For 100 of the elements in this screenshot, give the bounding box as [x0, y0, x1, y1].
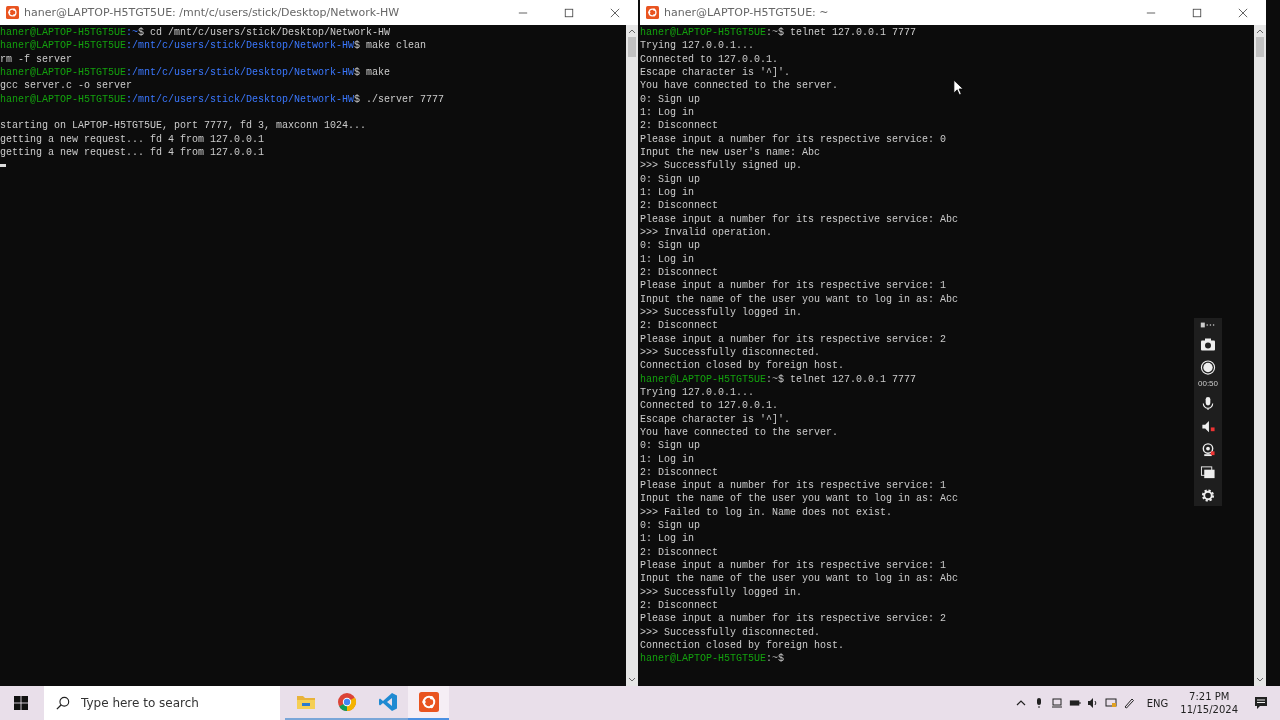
code-editor-icon [377, 692, 398, 712]
command-text: $ ./server 7777 [354, 93, 445, 105]
ubuntu-icon [418, 692, 439, 712]
output-line: getting a new request... fd 4 from 127.0.0.1 [0, 146, 265, 158]
window-title: haner@LAPTOP-H5TGT5UE: /mnt/c/users/stick/Desktop/Network-HW [24, 6, 401, 19]
output-line: Connected to 127.0.0.1. [640, 53, 779, 65]
output-line: Escape character is '^]'. [640, 67, 791, 78]
output-line: Please input a number for its respective service: 2 [640, 613, 947, 625]
prompt-path: :~ [766, 27, 779, 38]
output-line: Please input a number for its respective service: 1 [640, 560, 947, 572]
command-text: $ [778, 653, 785, 665]
output-line: >>> Successfully logged in. [640, 586, 803, 598]
output-line: Please input a number for its respective service: 2 [640, 333, 947, 345]
output-line: starting on LAPTOP-H5TGT5UE, port 7777, fd 3, maxconn 1024... [0, 120, 367, 132]
microphone-icon[interactable] [1200, 396, 1216, 411]
output-line: You have connected to the server. [640, 426, 839, 438]
output-line: 0: Sign up [640, 93, 700, 105]
ubuntu-icon [6, 6, 19, 19]
windows-icon[interactable] [1200, 465, 1216, 480]
output-line: Please input a number for its respective service: Abc [640, 213, 959, 225]
window-title: haner@LAPTOP-H5TGT5UE: ~ [664, 6, 830, 19]
command-text: $ cd /mnt/c/users/stick/Desktop/Network-HW [138, 27, 391, 38]
output-line: Please input a number for its respective service: 1 [640, 280, 947, 292]
output-line: Please input a number for its respective service: 1 [640, 480, 947, 492]
output-line: getting a new request... fd 4 from 127.0.0.1 [0, 133, 265, 145]
output-line: Connection closed by foreign host. [640, 360, 845, 372]
output-line: Input the name of the user you want to log in as: Abc [640, 293, 959, 305]
mouse-pointer-icon [953, 79, 964, 96]
output-line: 0: Sign up [640, 440, 700, 452]
output-line: Connection closed by foreign host. [640, 640, 845, 652]
output-line: >>> Failed to log in. Name does not exist. [640, 506, 893, 518]
output-line: 1: Log in [640, 186, 694, 198]
output-line: Connected to 127.0.0.1. [640, 400, 779, 412]
output-line: Please input a number for its respective service: 0 [640, 133, 947, 145]
command-text: $ make clean [354, 40, 427, 52]
scrollbar[interactable] [626, 25, 638, 686]
prompt-path: :~ [766, 373, 779, 385]
prompt-path: :/mnt/c/users/stick/Desktop/Network-HW [126, 67, 355, 78]
search-bar[interactable]: Type here to search [44, 686, 280, 720]
output-line: 2: Disconnect [640, 200, 718, 212]
output-line: 2: Disconnect [640, 466, 718, 478]
output-line: Trying 127.0.0.1... [640, 386, 755, 398]
pen-icon[interactable] [1122, 697, 1135, 709]
scroll-up-icon[interactable] [1255, 27, 1265, 35]
volume-icon[interactable] [1086, 697, 1099, 709]
output-line: 0: Sign up [640, 520, 700, 532]
output-line: You have connected to the server. [640, 80, 839, 92]
output-line: 0: Sign up [640, 240, 700, 252]
output-line: >>> Successfully disconnected. [640, 346, 821, 358]
prompt-user: haner@LAPTOP-H5TGT5UE [0, 40, 127, 52]
output-line: >>> Successfully logged in. [640, 306, 803, 318]
monitor-icon[interactable] [1104, 697, 1117, 709]
scroll-up-icon[interactable] [627, 27, 637, 35]
prompt-path: :~ [126, 27, 139, 38]
output-line: 1: Log in [640, 106, 694, 118]
prompt-user: haner@LAPTOP-H5TGT5UE [0, 93, 127, 105]
output-line: 0: Sign up [640, 173, 700, 185]
prompt-path: :~ [766, 653, 779, 665]
scroll-thumb[interactable] [1256, 37, 1264, 57]
output-line: Input the new user's name: Abc [640, 146, 821, 158]
start-icon[interactable] [14, 696, 28, 710]
camera-icon[interactable] [1200, 337, 1216, 352]
notification-icon[interactable] [1254, 696, 1268, 710]
laptop-icon[interactable] [1050, 697, 1063, 709]
browser-icon [336, 692, 357, 712]
prompt-user: haner@LAPTOP-H5TGT5UE [640, 653, 767, 665]
scrollbar[interactable] [1254, 25, 1266, 686]
prompt-user: haner@LAPTOP-H5TGT5UE [0, 67, 127, 78]
taskbar-app-button[interactable] [408, 686, 449, 720]
prompt-path: :/mnt/c/users/stick/Desktop/Network-HW [126, 40, 355, 52]
output-line: rm -f server [0, 53, 72, 65]
battery-icon[interactable] [1068, 697, 1081, 709]
search-field[interactable]: Type here to search [79, 695, 273, 711]
clock-date[interactable]: 11/15/2024 [1180, 703, 1238, 716]
more-icon[interactable] [1200, 321, 1216, 329]
prompt-path: :/mnt/c/users/stick/Desktop/Network-HW [126, 93, 355, 105]
recording-timer: 00:50 [1198, 379, 1218, 388]
scroll-thumb[interactable] [628, 37, 636, 57]
scroll-down-icon[interactable] [627, 676, 637, 684]
output-line: 2: Disconnect [640, 120, 718, 132]
output-line: 2: Disconnect [640, 266, 718, 278]
output-line: Input the name of the user you want to log in as: Acc [640, 493, 959, 505]
output-line: Trying 127.0.0.1... [640, 40, 755, 52]
scroll-down-icon[interactable] [1255, 676, 1265, 684]
prompt-user: haner@LAPTOP-H5TGT5UE [640, 27, 767, 38]
clock-time[interactable]: 7:21 PM [1189, 690, 1230, 703]
output-line: >>> Successfully disconnected. [640, 626, 821, 638]
output-line: 2: Disconnect [640, 320, 718, 332]
output-line: Escape character is '^]'. [640, 413, 791, 425]
webcam-icon[interactable] [1200, 442, 1216, 457]
record-icon[interactable] [1200, 360, 1216, 375]
output-line: 2: Disconnect [640, 546, 718, 558]
language-indicator[interactable]: ENG [1146, 697, 1169, 709]
settings-icon[interactable] [1200, 488, 1216, 503]
command-text: $ telnet 127.0.0.1 7777 [778, 27, 917, 38]
output-line: >>> Successfully signed up. [640, 160, 803, 172]
speaker-icon[interactable] [1200, 419, 1216, 434]
output-line: gcc server.c -o server [0, 80, 133, 92]
prompt-user: haner@LAPTOP-H5TGT5UE [640, 373, 767, 385]
output-line: 1: Log in [640, 453, 694, 465]
